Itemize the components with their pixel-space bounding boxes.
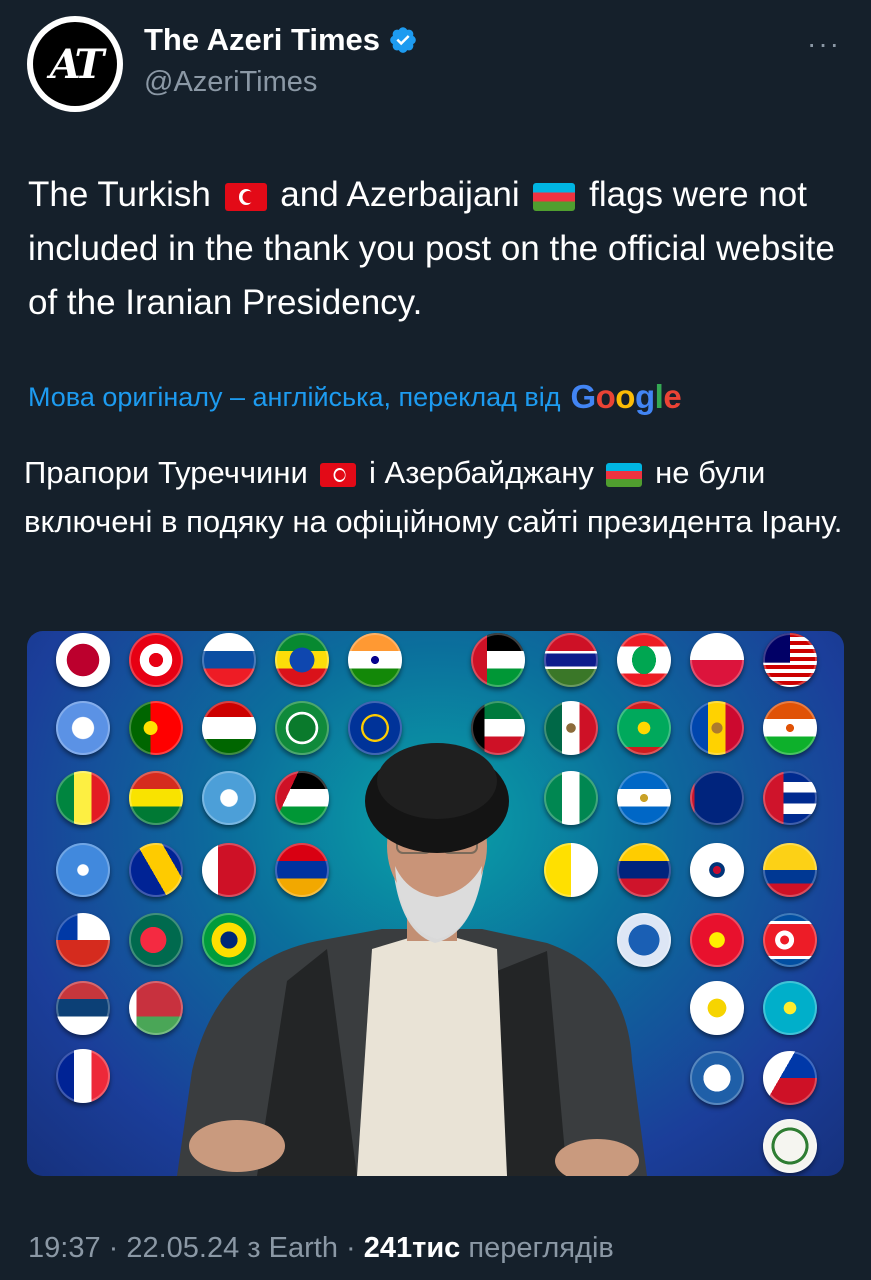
verified-badge-icon (390, 27, 416, 53)
separator: · (337, 1232, 364, 1264)
turkey-flag-icon (224, 182, 267, 211)
azerbaijan-flag-icon (533, 182, 576, 211)
tweet-image[interactable] (27, 631, 844, 1176)
views-count[interactable]: 241тис (364, 1232, 461, 1264)
tweet-text-part: and Azerbaijani (270, 175, 530, 214)
translation-notice-text[interactable]: Мова оригіналу – англійська, переклад ві… (28, 382, 560, 413)
translated-text-part: Прапори Туреччини (24, 455, 317, 490)
tweet-text-part: The Turkish (28, 175, 221, 214)
more-options-icon[interactable]: ··· (807, 28, 841, 60)
views-label: переглядів (460, 1232, 614, 1264)
translated-text: Прапори Туреччини і Азербайджану не були… (24, 448, 854, 546)
avatar-logo: AT (33, 22, 117, 106)
separator: · (100, 1232, 127, 1264)
portrait-figure (177, 743, 647, 1176)
tweet-time[interactable]: 19:37 (28, 1232, 101, 1264)
tweet-date[interactable]: 22.05.24 (126, 1232, 239, 1264)
tweet-metadata: 19:37 · 22.05.24 з Earth · 241тис перегл… (28, 1232, 614, 1265)
tweet-source: з Earth (239, 1232, 338, 1264)
turkey-flag-icon (320, 462, 357, 487)
translated-text-part: і Азербайджану (360, 455, 603, 490)
display-name[interactable]: The Azeri Times (144, 22, 380, 58)
display-name-row[interactable]: The Azeri Times (144, 22, 418, 58)
azerbaijan-flag-icon (606, 462, 643, 487)
translation-notice[interactable]: Мова оригіналу – англійська, переклад ві… (28, 378, 682, 416)
account-handle[interactable]: @AzeriTimes (144, 66, 317, 99)
google-logo: Google (570, 378, 682, 415)
avatar[interactable]: AT (27, 16, 123, 112)
tweet-text: The Turkish and Azerbaijani flags were n… (28, 168, 848, 330)
